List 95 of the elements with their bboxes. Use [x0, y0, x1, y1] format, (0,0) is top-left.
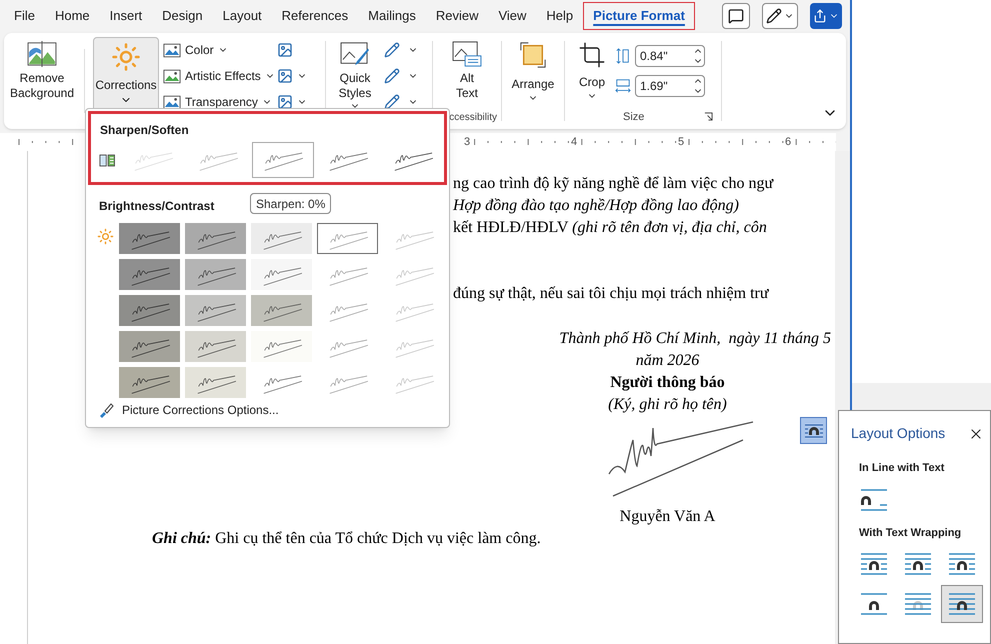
ribbon-tab[interactable]: View	[488, 2, 536, 30]
ruler-number: 6	[785, 135, 792, 150]
brightness-preset[interactable]	[185, 367, 246, 398]
crop-icon	[578, 41, 606, 69]
ruler-number: 4	[571, 135, 578, 150]
brightness-preset[interactable]	[185, 223, 246, 254]
ribbon-tab[interactable]: File	[4, 2, 45, 30]
sun-icon	[111, 42, 141, 72]
wrap-icon	[946, 551, 978, 577]
section-title: Brightness/Contrast	[99, 198, 214, 215]
brightness-preset[interactable]	[119, 331, 180, 362]
remove-background-icon	[27, 41, 57, 67]
brightness-preset[interactable]	[185, 331, 246, 362]
year-text: năm 2026	[636, 351, 700, 371]
dialog-launcher-icon[interactable]	[704, 112, 713, 122]
sharpen-preset[interactable]	[252, 142, 314, 178]
pencil-icon	[766, 8, 782, 24]
ruler-number: 5	[678, 135, 684, 150]
signer-title: Người thông báo	[610, 373, 725, 393]
ribbon-tab[interactable]: Help	[536, 2, 584, 30]
ribbon-tab[interactable]: References	[272, 2, 358, 30]
crop-button[interactable]: Crop	[569, 37, 615, 101]
sun-icon	[97, 228, 114, 245]
comment-button[interactable]	[722, 3, 750, 29]
ribbon-tab[interactable]: Home	[44, 2, 100, 30]
tooltip: Sharpen: 0%	[250, 193, 332, 214]
ribbon-tab[interactable]: Picture Format	[583, 2, 695, 30]
place-date-text: Thành phố Hồ Chí Minh, ngày 11 tháng 5	[559, 329, 831, 349]
brightness-preset[interactable]	[185, 295, 246, 326]
brightness-preset[interactable]	[317, 223, 378, 254]
document-text: kết HĐLĐ/HĐLV (ghi rõ tên đơn vị, địa chỉ, côn	[453, 218, 767, 238]
brightness-preset[interactable]	[119, 223, 180, 254]
wrap-icon	[804, 422, 824, 438]
wrap-icon	[946, 591, 978, 617]
share-button[interactable]	[810, 3, 842, 29]
brightness-preset[interactable]	[251, 223, 312, 254]
ribbon-tab[interactable]: Mailings	[358, 2, 426, 30]
wrap-option[interactable]	[941, 585, 983, 623]
wrap-icon	[858, 551, 890, 577]
stacked-squares-icon	[518, 41, 547, 69]
signer-name: Nguyễn Văn A	[620, 507, 716, 527]
height-icon	[615, 48, 631, 64]
sign-hint-text: (Ký, ghi rõ họ tên)	[608, 395, 727, 415]
share-icon	[813, 9, 827, 23]
panel-title: Layout Options	[851, 424, 946, 443]
ruler-number: 3	[464, 135, 470, 150]
width-field[interactable]: 1.69"	[635, 75, 705, 97]
section-title: Sharpen/Soften	[100, 122, 190, 139]
layout-options-button[interactable]	[800, 417, 827, 444]
alt-text-icon	[452, 41, 482, 67]
ribbon-tab[interactable]: Review	[426, 2, 488, 30]
section-title: With Text Wrapping	[859, 526, 962, 540]
alt-text-button[interactable]: Alt Text	[445, 37, 489, 101]
height-field[interactable]: 0.84"	[635, 45, 705, 67]
brightness-preset[interactable]	[251, 331, 312, 362]
document-text: đúng sự thật, nếu sai tôi chịu mọi trách nhiệm trư	[453, 284, 769, 304]
document-text: ng cao trình độ kỹ năng nghề để làm việc cho ngư	[453, 174, 774, 194]
image-icon	[277, 42, 293, 58]
wrap-icon	[858, 591, 890, 617]
document-text: Hợp đồng đào tạo nghề/Hợp đồng lao động)	[453, 196, 739, 216]
wrap-icon	[902, 551, 934, 577]
brightness-preset[interactable]	[251, 259, 312, 290]
sharpen-icon	[99, 152, 116, 168]
comment-icon	[728, 8, 744, 24]
paintbrush-icon	[98, 402, 114, 418]
quick-styles-button[interactable]: Quick Styles	[330, 37, 380, 125]
image-icon	[163, 42, 181, 58]
note-text: Ghi chú: Ghi cụ thể tên của Tổ chức Dịch vụ việc làm công.	[152, 529, 541, 549]
editing-button[interactable]	[762, 3, 798, 29]
brightness-preset[interactable]	[119, 295, 180, 326]
pencil-icon	[384, 94, 400, 110]
arrange-button[interactable]: Arrange	[512, 37, 554, 103]
image-icon	[277, 68, 293, 84]
adjust-menu-button[interactable]: Artistic Effects	[163, 66, 277, 86]
remove-background-button[interactable]: Remove Background	[8, 37, 76, 125]
brightness-preset[interactable]	[119, 367, 180, 398]
paintbrush-picture-icon	[340, 41, 370, 67]
wrap-icon	[858, 486, 890, 512]
brightness-preset[interactable]	[185, 259, 246, 290]
pencil-icon	[384, 42, 400, 58]
width-icon	[615, 78, 631, 94]
picture-corrections-options-link[interactable]: Picture Corrections Options...	[98, 401, 279, 419]
image-icon	[163, 68, 181, 84]
ribbon-tab[interactable]: Insert	[100, 2, 152, 30]
ribbon-tab[interactable]: Design	[152, 2, 213, 30]
group-label: Size	[623, 110, 644, 124]
group-label: ccessibility	[449, 111, 497, 125]
brightness-preset[interactable]	[119, 259, 180, 290]
pencil-icon	[384, 68, 400, 84]
ribbon-tab[interactable]: Layout	[212, 2, 272, 30]
wrap-icon	[902, 591, 934, 617]
section-title: In Line with Text	[859, 461, 946, 476]
brightness-preset[interactable]	[251, 295, 312, 326]
adjust-menu-button[interactable]: Color	[163, 40, 277, 60]
image-icon	[277, 94, 293, 110]
